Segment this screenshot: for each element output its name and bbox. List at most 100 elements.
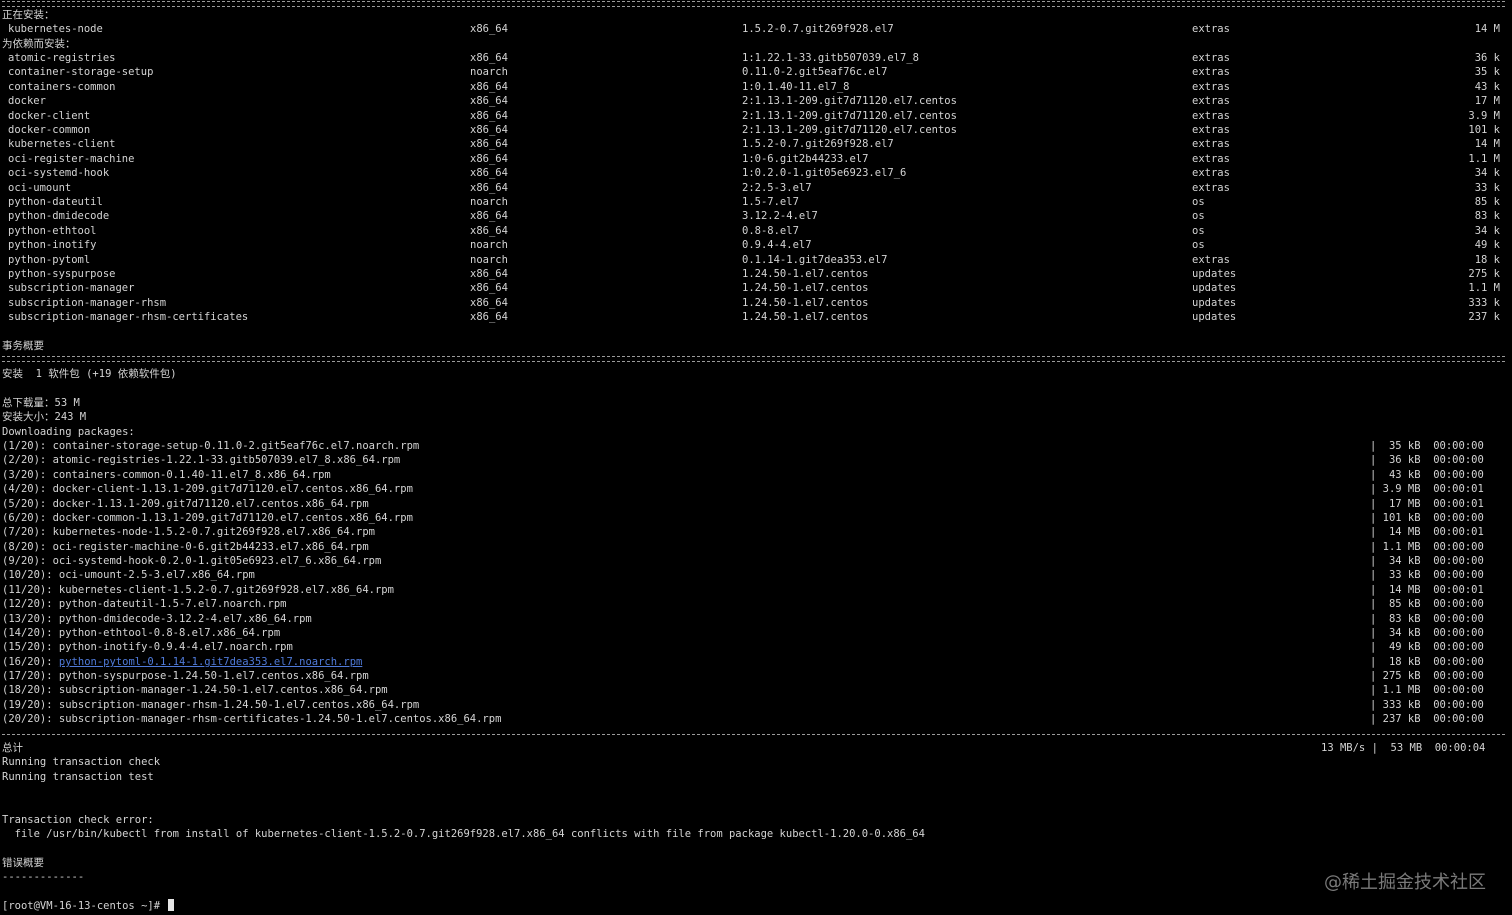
package-name: python-ethtool: [8, 225, 97, 237]
download-stat: | 237 kB 00:00:00: [1370, 713, 1484, 725]
error-summary-title: 错误概要: [2, 857, 44, 869]
text-cursor[interactable]: [168, 899, 175, 911]
terminal-window[interactable]: 正在安装： kubernetes-node x86_64 1.5.2-0.7.g…: [0, 0, 1512, 915]
download-file-label: (1/20): container-storage-setup-0.11.0-2…: [2, 440, 420, 452]
download-stat: | 35 kB 00:00:00: [1370, 440, 1484, 452]
package-arch: x86_64: [470, 138, 508, 150]
package-size: 85 k: [1474, 196, 1500, 208]
download-stat: | 1.1 MB 00:00:00: [1370, 541, 1484, 553]
package-size: 35 k: [1474, 66, 1500, 78]
package-name: container-storage-setup: [8, 66, 154, 78]
package-version: 1.5.2-0.7.git269f928.el7: [742, 23, 894, 35]
package-repo: extras: [1192, 52, 1230, 64]
package-name: containers-common: [8, 81, 116, 93]
package-arch: x86_64: [470, 297, 508, 309]
package-version: 1:0.2.0-1.git05e6923.el7_6: [742, 167, 907, 179]
package-version: 2:2.5-3.el7: [742, 182, 812, 194]
package-version: 1.5.2-0.7.git269f928.el7: [742, 138, 894, 150]
download-stat: | 83 kB 00:00:00: [1370, 613, 1484, 625]
download-stat: | 85 kB 00:00:00: [1370, 598, 1484, 610]
download-stat: | 275 kB 00:00:00: [1370, 670, 1484, 682]
package-name: subscription-manager-rhsm: [8, 297, 167, 309]
download-stat: | 14 MB 00:00:01: [1370, 584, 1484, 596]
download-file: (11/20): kubernetes-client-1.5.2-0.7.git…: [2, 583, 394, 597]
watermark: @稀土掘金技术社区: [1324, 872, 1486, 893]
package-repo: extras: [1192, 95, 1230, 107]
download-stat: | 101 kB 00:00:00: [1370, 512, 1484, 524]
transaction-test-line: Running transaction test: [2, 771, 154, 783]
package-size: 14 M: [1474, 23, 1500, 35]
download-file-label: (2/20): atomic-registries-1.22.1-33.gitb…: [2, 454, 401, 466]
package-size: 275 k: [1468, 268, 1500, 280]
package-size: 49 k: [1474, 239, 1500, 251]
package-name: subscription-manager: [8, 282, 135, 294]
download-file: (19/20): subscription-manager-rhsm-1.24.…: [2, 698, 419, 712]
package-repo: os: [1192, 196, 1205, 208]
deps-header: 为依赖而安装：: [2, 38, 76, 50]
package-arch: x86_64: [470, 210, 508, 222]
package-size: 34 k: [1474, 167, 1500, 179]
package-arch: x86_64: [470, 225, 508, 237]
download-file-label: (16/20):: [2, 656, 59, 668]
download-file: (14/20): python-ethtool-0.8-8.el7.x86_64…: [2, 626, 280, 640]
download-file-label: (15/20): python-inotify-0.9.4-4.el7.noar…: [2, 641, 293, 653]
total-stat: 13 MB/s | 53 MB 00:00:04: [1321, 742, 1486, 754]
download-file-label: (8/20): oci-register-machine-0-6.git2b44…: [2, 541, 369, 553]
package-version: 1.5-7.el7: [742, 196, 799, 208]
package-arch: x86_64: [470, 95, 508, 107]
package-repo: os: [1192, 225, 1205, 237]
package-repo: updates: [1192, 297, 1237, 309]
download-file-link[interactable]: python-pytoml-0.1.14-1.git7dea353.el7.no…: [59, 656, 362, 668]
download-file: (15/20): python-inotify-0.9.4-4.el7.noar…: [2, 640, 293, 654]
package-arch: noarch: [470, 196, 508, 208]
package-repo: extras: [1192, 254, 1230, 266]
error-title: Transaction check error:: [2, 814, 154, 826]
package-repo: extras: [1192, 23, 1230, 35]
download-file: (18/20): subscription-manager-1.24.50-1.…: [2, 683, 388, 697]
download-file: (12/20): python-dateutil-1.5-7.el7.noarc…: [2, 597, 286, 611]
package-size: 333 k: [1468, 297, 1500, 309]
download-file-label: (9/20): oci-systemd-hook-0.2.0-1.git05e6…: [2, 555, 382, 567]
shell-prompt-line[interactable]: [root@VM-16-13-centos ~]#: [2, 899, 175, 913]
install-size: 安装大小：243 M: [2, 411, 87, 423]
package-size: 43 k: [1474, 81, 1500, 93]
download-stat: | 34 kB 00:00:00: [1370, 555, 1484, 567]
package-repo: extras: [1192, 138, 1230, 150]
download-file-label: (17/20): python-syspurpose-1.24.50-1.el7…: [2, 670, 369, 682]
download-file: (2/20): atomic-registries-1.22.1-33.gitb…: [2, 453, 400, 467]
download-file-label: (18/20): subscription-manager-1.24.50-1.…: [2, 684, 388, 696]
download-stat: | 1.1 MB 00:00:00: [1370, 684, 1484, 696]
download-file: (5/20): docker-1.13.1-209.git7d71120.el7…: [2, 497, 369, 511]
package-version: 1:0-6.git2b44233.el7: [742, 153, 869, 165]
package-repo: updates: [1192, 282, 1237, 294]
package-arch: x86_64: [470, 268, 508, 280]
package-version: 0.9.4-4.el7: [742, 239, 812, 251]
error-detail: file /usr/bin/kubectl from install of ku…: [2, 828, 925, 840]
package-arch: x86_64: [470, 124, 508, 136]
download-file-label: (10/20): oci-umount-2.5-3.el7.x86_64.rpm: [2, 569, 255, 581]
package-version: 2:1.13.1-209.git7d71120.el7.centos: [742, 95, 957, 107]
package-arch: x86_64: [470, 167, 508, 179]
download-file: (8/20): oci-register-machine-0-6.git2b44…: [2, 540, 369, 554]
download-stat: | 17 MB 00:00:01: [1370, 498, 1484, 510]
download-file: (6/20): docker-common-1.13.1-209.git7d71…: [2, 511, 413, 525]
package-name: oci-register-machine: [8, 153, 135, 165]
package-repo: extras: [1192, 182, 1230, 194]
package-arch: noarch: [470, 254, 508, 266]
download-stat: | 333 kB 00:00:00: [1370, 699, 1484, 711]
transaction-check-line: Running transaction check: [2, 756, 161, 768]
error-summary-rule: -------------: [2, 871, 85, 883]
download-file: (10/20): oci-umount-2.5-3.el7.x86_64.rpm: [2, 568, 255, 582]
download-file: (9/20): oci-systemd-hook-0.2.0-1.git05e6…: [2, 554, 381, 568]
package-repo: extras: [1192, 167, 1230, 179]
package-version: 0.1.14-1.git7dea353.el7: [742, 254, 888, 266]
package-name: kubernetes-node: [8, 23, 103, 35]
download-file: (17/20): python-syspurpose-1.24.50-1.el7…: [2, 669, 369, 683]
package-name: docker-common: [8, 124, 91, 136]
package-version: 1.24.50-1.el7.centos: [742, 282, 869, 294]
downloading-label: Downloading packages:: [2, 426, 135, 438]
package-repo: os: [1192, 210, 1205, 222]
package-size: 14 M: [1474, 138, 1500, 150]
download-file-label: (5/20): docker-1.13.1-209.git7d71120.el7…: [2, 498, 369, 510]
download-file-label: (4/20): docker-client-1.13.1-209.git7d71…: [2, 483, 413, 495]
